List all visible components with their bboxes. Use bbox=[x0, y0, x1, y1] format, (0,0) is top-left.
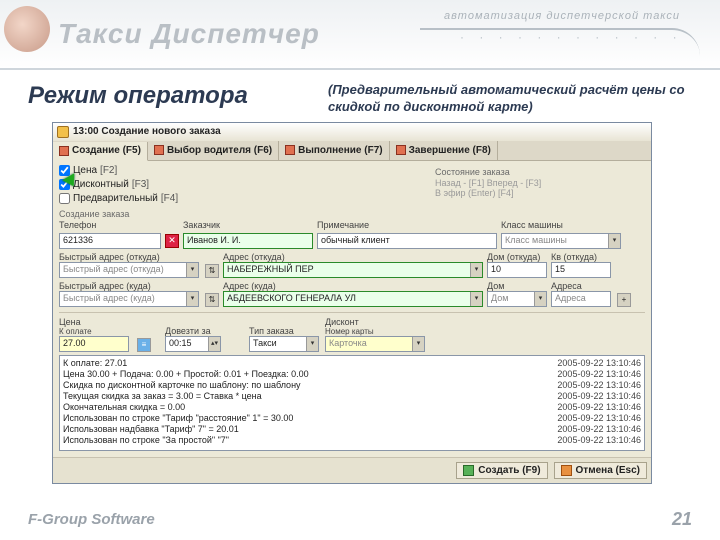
chevron-down-icon: ▾ bbox=[306, 337, 318, 351]
app-window: 13:00 Создание нового заказа Создание (F… bbox=[52, 122, 652, 484]
check-icon bbox=[463, 465, 474, 476]
input-client[interactable]: Иванов И. И. bbox=[183, 233, 313, 249]
footer-page-number: 21 bbox=[672, 509, 692, 530]
page-subtitle: (Предварительный автоматический расчёт ц… bbox=[328, 82, 692, 116]
input-note[interactable]: обычный клиент bbox=[317, 233, 497, 249]
page-title: Режим оператора bbox=[28, 82, 328, 110]
app-icon bbox=[57, 126, 69, 138]
tab-icon bbox=[59, 146, 69, 156]
add-address-button[interactable]: + bbox=[617, 293, 631, 307]
tab-finish[interactable]: Завершение (F8) bbox=[390, 141, 498, 160]
window-title: 13:00 Создание нового заказа bbox=[73, 126, 221, 137]
label-card: Номер карты bbox=[325, 327, 425, 336]
log-line: Использован по строке "За простой" "7"20… bbox=[63, 435, 641, 446]
chevron-down-icon: ▾ bbox=[412, 337, 424, 351]
state-header: Состояние заказа bbox=[435, 167, 645, 177]
chevron-down-icon: ▾ bbox=[186, 263, 198, 277]
chevron-down-icon: ▾ bbox=[186, 292, 198, 306]
select-quick-to[interactable]: Быстрый адрес (куда)▾ bbox=[59, 291, 199, 307]
select-quick-from[interactable]: Быстрый адрес (откуда)▾ bbox=[59, 262, 199, 278]
log-line: Текущая скидка за заказ = 3.00 = Ставка … bbox=[63, 391, 641, 402]
label-topay: К оплате bbox=[59, 327, 129, 336]
input-price[interactable]: 27.00 bbox=[59, 336, 129, 352]
label-wait: Довезти за bbox=[165, 326, 221, 336]
label-quick-to: Быстрый адрес (куда) bbox=[59, 281, 199, 291]
input-phone[interactable]: 621336 bbox=[59, 233, 161, 249]
select-order-type[interactable]: Такси▾ bbox=[249, 336, 319, 352]
label-flat-from: Кв (откуда) bbox=[551, 252, 611, 262]
input-wait[interactable]: 00:15▴▾ bbox=[165, 336, 221, 352]
tab-process[interactable]: Выполнение (F7) bbox=[279, 141, 389, 160]
footer-company: F-Group Software bbox=[28, 511, 155, 528]
tab-icon bbox=[154, 145, 164, 155]
chevron-down-icon: ▾ bbox=[470, 263, 482, 277]
chevron-down-icon: ▾ bbox=[470, 292, 482, 306]
label-addresses: Адреса bbox=[551, 281, 611, 291]
label-house-from: Дом (откуда) bbox=[487, 252, 547, 262]
input-house-to[interactable]: Дом▾ bbox=[487, 291, 547, 307]
label-note: Примечание bbox=[317, 220, 497, 230]
tab-create[interactable]: Создание (F5) bbox=[53, 142, 148, 161]
label-house-to: Дом bbox=[487, 281, 547, 291]
select-class[interactable]: Класс машины▾ bbox=[501, 233, 621, 249]
log-line: К оплате: 27.012005-09-22 13:10:46 bbox=[63, 358, 641, 369]
close-icon bbox=[561, 465, 572, 476]
operator-avatar bbox=[4, 6, 50, 52]
brand-tagline: автоматизация диспетчерской такси bbox=[444, 10, 680, 22]
label-address-from: Адрес (откуда) bbox=[223, 252, 483, 262]
label-class: Класс машины bbox=[501, 220, 621, 230]
label-address-to: Адрес (куда) bbox=[223, 281, 483, 291]
select-card[interactable]: Карточка▾ bbox=[325, 336, 425, 352]
checkbox-preliminary[interactable]: Предварительный[F4] bbox=[59, 193, 178, 204]
clear-phone-button[interactable]: ✕ bbox=[165, 234, 179, 248]
window-titlebar[interactable]: 13:00 Создание нового заказа bbox=[53, 123, 651, 141]
label-quick-from: Быстрый адрес (откуда) bbox=[59, 252, 199, 262]
tab-icon bbox=[285, 145, 295, 155]
log-line: Окончательная скидка = 0.002005-09-22 13… bbox=[63, 402, 641, 413]
stepper-icon: ▴▾ bbox=[208, 337, 220, 351]
label-client: Заказчик bbox=[183, 220, 313, 230]
tab-icon bbox=[396, 145, 406, 155]
log-line: Цена 30.00 + Подача: 0.00 + Простой: 0.0… bbox=[63, 369, 641, 380]
log-line: Использован по строке "Тариф "расстояние… bbox=[63, 413, 641, 424]
checkbox-price[interactable]: Цена[F2] bbox=[59, 165, 117, 176]
order-group-label: Создание заказа bbox=[59, 209, 645, 219]
swap-icon[interactable]: ⇅ bbox=[205, 293, 219, 307]
tab-driver[interactable]: Выбор водителя (F6) bbox=[148, 141, 279, 160]
log-panel[interactable]: К оплате: 27.012005-09-22 13:10:46 Цена … bbox=[59, 355, 645, 451]
tab-bar: Создание (F5) Выбор водителя (F6) Выполн… bbox=[53, 141, 651, 161]
input-addresses[interactable]: Адреса bbox=[551, 291, 611, 307]
create-button[interactable]: Создать (F9) bbox=[456, 462, 547, 479]
state-nav: Назад - [F1] Вперед - [F3] bbox=[435, 178, 645, 188]
input-flat-from[interactable]: 15 bbox=[551, 262, 611, 278]
log-line: Использован надбавка "Тариф" 7" = 20.012… bbox=[63, 424, 641, 435]
chevron-down-icon: ▾ bbox=[608, 234, 620, 248]
label-price: Цена bbox=[59, 317, 129, 327]
input-house-from[interactable]: 10 bbox=[487, 262, 547, 278]
state-broadcast: В эфир (Enter) [F4] bbox=[435, 188, 645, 198]
swap-icon[interactable]: ⇅ bbox=[205, 264, 219, 278]
cancel-button[interactable]: Отмена (Esc) bbox=[554, 462, 647, 479]
label-order-type: Тип заказа bbox=[249, 326, 319, 336]
label-phone: Телефон bbox=[59, 220, 179, 230]
log-line: Скидка по дисконтной карточке по шаблону… bbox=[63, 380, 641, 391]
label-discount: Дисконт bbox=[325, 317, 425, 327]
select-address-to[interactable]: АБДЕЕВСКОГО ГЕНЕРАЛА УЛ▾ bbox=[223, 291, 483, 307]
brand-title: Такси Диспетчер bbox=[58, 18, 320, 50]
separator bbox=[59, 312, 645, 313]
calc-icon[interactable]: ≡ bbox=[137, 338, 151, 352]
header-decoration: · · · · · · · · · · · · bbox=[420, 28, 700, 56]
select-address-from[interactable]: НАБЕРЕЖНЫЙ ПЕР▾ bbox=[223, 262, 483, 278]
chevron-down-icon: ▾ bbox=[534, 292, 546, 306]
